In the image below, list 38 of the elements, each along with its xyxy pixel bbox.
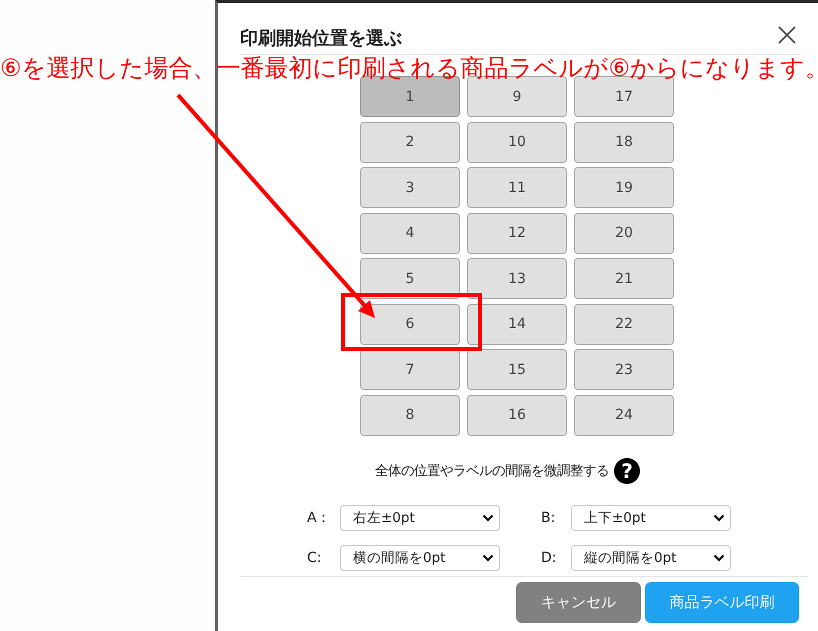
label-position-button[interactable]: 12 bbox=[467, 212, 567, 254]
offset-label: D: bbox=[541, 550, 558, 566]
label-position-button[interactable]: 2 bbox=[360, 122, 460, 162]
chevron-icon bbox=[482, 554, 494, 562]
label-position-button[interactable]: 4 bbox=[360, 212, 460, 254]
label-position-button[interactable]: 14 bbox=[467, 304, 567, 344]
offset-label: B: bbox=[541, 510, 556, 526]
offset-label: A： bbox=[307, 508, 332, 526]
label-position-button[interactable]: 18 bbox=[574, 122, 674, 162]
label-position-button[interactable]: 7 bbox=[360, 349, 460, 390]
dialog-title: 印刷開始位置を選ぶ bbox=[240, 26, 402, 50]
label-position-button[interactable]: 23 bbox=[574, 349, 674, 390]
close-icon[interactable] bbox=[778, 26, 796, 44]
label-position-button[interactable]: 21 bbox=[574, 258, 674, 299]
label-position-button[interactable]: 5 bbox=[360, 258, 460, 299]
offset-label: C: bbox=[307, 550, 322, 566]
fine-tune-label: 全体の位置やラベルの間隔を微調整する bbox=[375, 462, 609, 480]
chevron-icon bbox=[713, 514, 725, 522]
chevron-icon bbox=[713, 554, 725, 562]
cancel-button[interactable]: キャンセル bbox=[516, 582, 641, 622]
label-position-button[interactable]: 15 bbox=[467, 349, 567, 390]
label-position-button[interactable]: 8 bbox=[360, 394, 460, 436]
label-position-button[interactable]: 16 bbox=[467, 394, 567, 436]
label-position-button[interactable]: 22 bbox=[574, 304, 674, 344]
offset-dropdown[interactable]: 右左±0pt bbox=[340, 504, 500, 530]
label-position-button[interactable]: 19 bbox=[574, 167, 674, 208]
label-position-button[interactable]: 13 bbox=[467, 258, 567, 299]
offset-dropdown[interactable]: 上下±0pt bbox=[571, 504, 731, 530]
label-position-button[interactable]: 24 bbox=[574, 394, 674, 436]
label-position-button[interactable]: 6 bbox=[360, 304, 460, 344]
offset-dropdown[interactable]: 横の間隔を0pt bbox=[340, 544, 500, 570]
label-position-button[interactable]: 3 bbox=[360, 167, 460, 208]
chevron-icon bbox=[482, 514, 494, 522]
label-position-button[interactable]: 11 bbox=[467, 167, 567, 208]
label-position-button[interactable]: 20 bbox=[574, 212, 674, 254]
offset-dropdown[interactable]: 縦の間隔を0pt bbox=[571, 544, 731, 570]
label-position-button[interactable]: 10 bbox=[467, 122, 567, 162]
help-icon[interactable]: ? bbox=[614, 458, 640, 484]
